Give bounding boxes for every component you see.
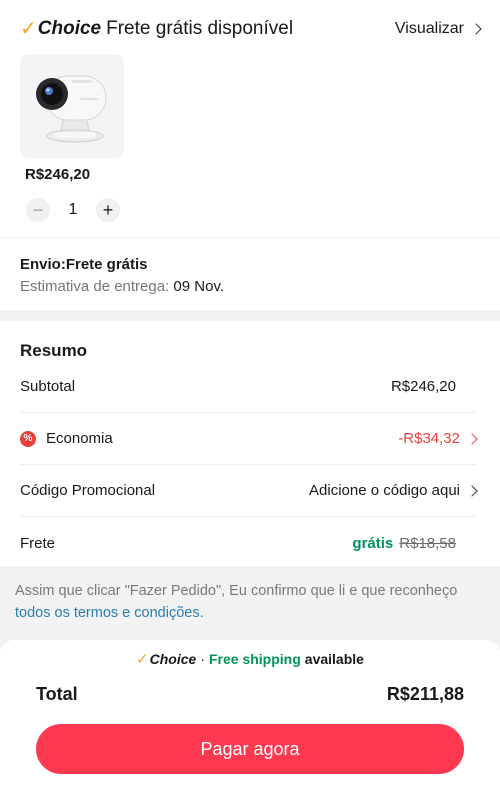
economy-row[interactable]: % Economia -R$34,32 bbox=[20, 413, 478, 465]
economy-label: Economia bbox=[46, 430, 113, 447]
shipping-cost-row: Frete grátis R$18,58 bbox=[20, 517, 476, 569]
estimate-date: 09 Nov. bbox=[173, 278, 225, 295]
shipping-section: Envio:Frete grátis Estimativa de entrega… bbox=[0, 238, 500, 310]
available-text: available bbox=[304, 651, 364, 667]
total-row: Total R$211,88 bbox=[36, 684, 464, 705]
shipping-old-price: R$18,58 bbox=[399, 534, 456, 552]
promo-code-row[interactable]: Código Promocional Adicione o código aqu… bbox=[20, 465, 478, 517]
chevron-right-icon bbox=[466, 432, 478, 445]
shipping-cost-label: Frete bbox=[20, 534, 56, 552]
discount-icon: % bbox=[20, 430, 36, 447]
promo-label: Código Promocional bbox=[20, 482, 156, 499]
total-label: Total bbox=[36, 684, 78, 704]
choice-free-shipping-banner: ✓ Choice · Free shipping available bbox=[0, 648, 500, 670]
product-image[interactable] bbox=[20, 54, 124, 158]
item-price: R$246,20 bbox=[25, 166, 91, 183]
terms-text: Assim que clicar "Fazer Pedido", Eu conf… bbox=[15, 583, 458, 599]
view-link[interactable]: Visualizar bbox=[394, 20, 482, 38]
separator-dot: · bbox=[200, 651, 205, 667]
subtotal-row: Subtotal R$246,20 bbox=[20, 361, 476, 413]
decrease-quantity-button[interactable]: − bbox=[26, 198, 50, 222]
increase-quantity-button[interactable]: + bbox=[96, 198, 120, 222]
choice-check-icon: ✓ bbox=[136, 650, 149, 668]
terms-link[interactable]: todos os termos e condições. bbox=[15, 605, 204, 621]
chevron-right-icon bbox=[470, 23, 482, 35]
choice-check-icon: ✓ bbox=[20, 18, 37, 40]
shipping-free-label: grátis bbox=[352, 534, 394, 552]
pay-now-button[interactable]: Pagar agora bbox=[36, 724, 464, 774]
chevron-right-icon bbox=[466, 484, 478, 497]
choice-brand: Choice bbox=[149, 651, 197, 667]
subtotal-label: Subtotal bbox=[20, 378, 76, 395]
delivery-estimate: Estimativa de entrega: 09 Nov. bbox=[20, 278, 224, 295]
terms-notice: Assim que clicar "Fazer Pedido", Eu conf… bbox=[15, 580, 485, 624]
summary-title: Resumo bbox=[20, 341, 88, 360]
cart-item-card: ✓ Choice Frete grátis disponível Visuali… bbox=[0, 0, 500, 237]
shipping-title: Envio:Frete grátis bbox=[20, 256, 148, 273]
estimate-label: Estimativa de entrega: bbox=[20, 278, 170, 295]
economy-value: -R$34,32 bbox=[398, 430, 460, 447]
quantity-value[interactable]: 1 bbox=[50, 201, 96, 219]
free-shipping-text: Free shipping bbox=[208, 651, 301, 667]
total-value: R$211,88 bbox=[386, 684, 464, 704]
subtotal-value: R$246,20 bbox=[390, 378, 456, 395]
choice-header: ✓ Choice Frete grátis disponível Visuali… bbox=[20, 16, 482, 42]
choice-brand: Choice bbox=[37, 18, 102, 39]
quantity-stepper: − 1 + bbox=[26, 198, 120, 222]
checkout-bar: ✓ Choice · Free shipping available Total… bbox=[0, 640, 500, 788]
promo-value: Adicione o código aqui bbox=[309, 482, 460, 499]
order-summary: Resumo Subtotal R$246,20 % Economia -R$3… bbox=[0, 321, 500, 566]
view-link-label: Visualizar bbox=[394, 20, 464, 37]
header-title: Frete grátis disponível bbox=[106, 18, 294, 39]
